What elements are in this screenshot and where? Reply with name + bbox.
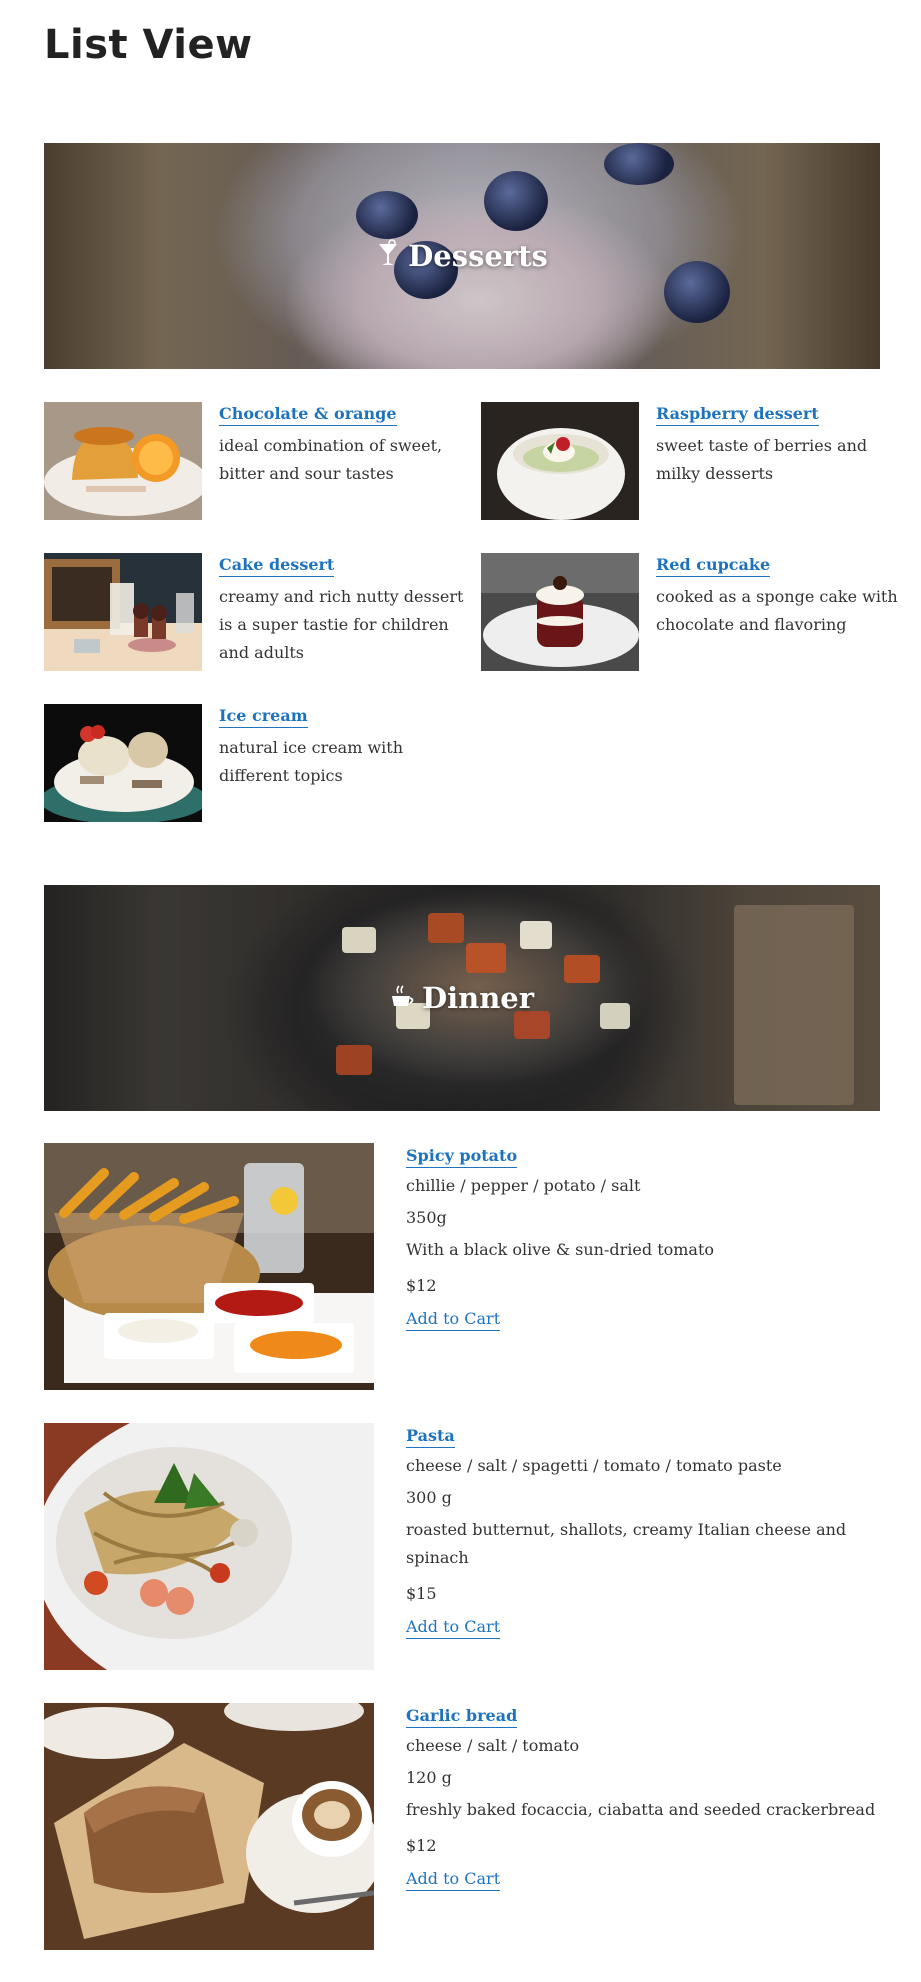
dinner-title-link[interactable]: Pasta bbox=[406, 1426, 455, 1448]
dinner-weight: 300 g bbox=[406, 1488, 452, 1507]
dinner-price: $12 bbox=[406, 1836, 437, 1855]
add-to-cart-button[interactable]: Add to Cart bbox=[406, 1616, 501, 1639]
steaming-cup-icon bbox=[390, 980, 414, 1017]
dinner-description: With a black olive & sun-dried tomato bbox=[406, 1240, 715, 1259]
dinner-description: freshly baked focaccia, ciabatta and see… bbox=[406, 1800, 876, 1819]
dessert-item: Ice cream natural ice cream with differe… bbox=[44, 704, 464, 824]
desserts-banner: Desserts bbox=[44, 143, 880, 369]
dinner-title-text: Dinner bbox=[421, 981, 535, 1015]
dinner-weight: 350g bbox=[406, 1208, 447, 1227]
dessert-description: creamy and rich nutty dessert is a super… bbox=[219, 587, 464, 662]
dinner-weight: 120 g bbox=[406, 1768, 452, 1787]
page-title: List View bbox=[44, 22, 253, 68]
dessert-description: sweet taste of berries and milky dessert… bbox=[656, 436, 868, 483]
dessert-description: cooked as a sponge cake with chocolate a… bbox=[656, 587, 898, 634]
dessert-title-link[interactable]: Red cupcake bbox=[656, 555, 771, 577]
desserts-title-text: Desserts bbox=[408, 239, 548, 273]
dinner-banner: Dinner bbox=[44, 885, 880, 1111]
dinner-price: $15 bbox=[406, 1584, 437, 1603]
dinner-ingredients: cheese / salt / tomato bbox=[406, 1736, 580, 1755]
dinner-price: $12 bbox=[406, 1276, 437, 1295]
dinner-thumbnail[interactable] bbox=[44, 1703, 374, 1950]
dinner-item: Garlic bread cheese / salt / tomato 120 … bbox=[44, 1703, 880, 1951]
add-to-cart-button[interactable]: Add to Cart bbox=[406, 1308, 501, 1331]
dessert-title-link[interactable]: Chocolate & orange bbox=[219, 404, 397, 426]
dessert-thumbnail[interactable] bbox=[481, 402, 639, 520]
dessert-description: natural ice cream with different topics bbox=[219, 738, 404, 785]
dessert-description: ideal combination of sweet, bitter and s… bbox=[219, 436, 443, 483]
dessert-thumbnail[interactable] bbox=[44, 553, 202, 671]
dinner-thumbnail[interactable] bbox=[44, 1423, 374, 1670]
dinner-ingredients: cheese / salt / spagetti / tomato / toma… bbox=[406, 1456, 782, 1475]
dessert-title-link[interactable]: Ice cream bbox=[219, 706, 308, 728]
dessert-item: Raspberry dessert sweet taste of berries… bbox=[481, 402, 901, 522]
dinner-description: roasted butternut, shallots, creamy Ital… bbox=[406, 1520, 847, 1567]
dinner-item: Spicy potato chillie / pepper / potato /… bbox=[44, 1143, 880, 1391]
dessert-item: Chocolate & orange ideal combination of … bbox=[44, 402, 464, 522]
desserts-section-title: Desserts bbox=[376, 238, 548, 275]
cocktail-glass-icon bbox=[376, 238, 400, 275]
dinner-item: Pasta cheese / salt / spagetti / tomato … bbox=[44, 1423, 880, 1671]
dinner-title-link[interactable]: Garlic bread bbox=[406, 1706, 518, 1728]
dessert-title-link[interactable]: Cake dessert bbox=[219, 555, 335, 577]
dessert-thumbnail[interactable] bbox=[481, 553, 639, 671]
dessert-thumbnail[interactable] bbox=[44, 402, 202, 520]
dinner-ingredients: chillie / pepper / potato / salt bbox=[406, 1176, 641, 1195]
dessert-title-link[interactable]: Raspberry dessert bbox=[656, 404, 819, 426]
add-to-cart-button[interactable]: Add to Cart bbox=[406, 1868, 501, 1891]
dinner-section-title: Dinner bbox=[390, 980, 534, 1017]
dinner-thumbnail[interactable] bbox=[44, 1143, 374, 1390]
dessert-item: Cake dessert creamy and rich nutty desse… bbox=[44, 553, 464, 673]
dessert-thumbnail[interactable] bbox=[44, 704, 202, 822]
dessert-item: Red cupcake cooked as a sponge cake with… bbox=[481, 553, 901, 673]
dinner-title-link[interactable]: Spicy potato bbox=[406, 1146, 518, 1168]
